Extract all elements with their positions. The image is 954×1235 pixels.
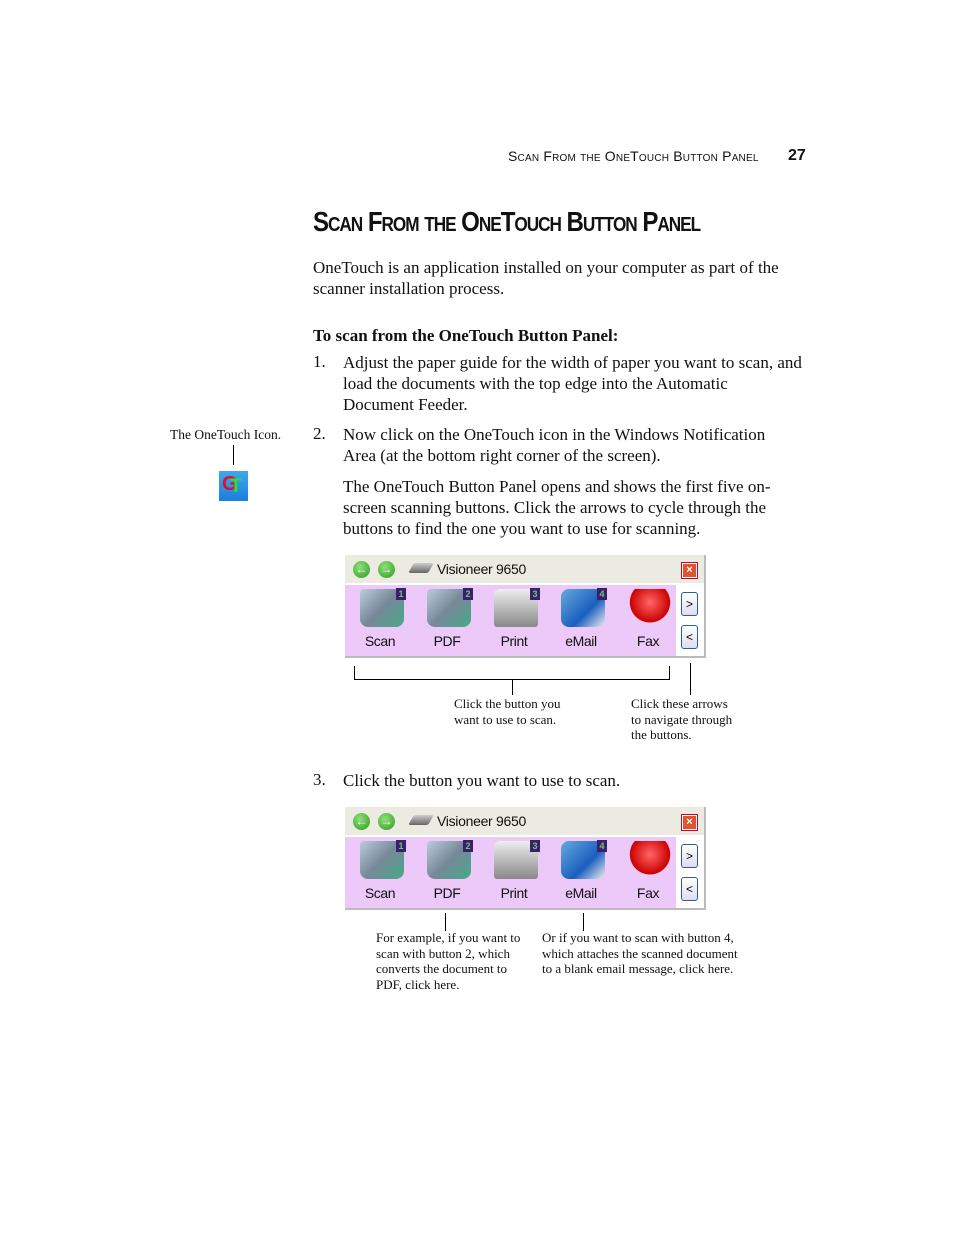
- text-line: Or if you want to scan with button 4,: [542, 930, 734, 945]
- callout-line: [512, 679, 513, 695]
- button-number-badge: 4: [597, 588, 607, 600]
- onetouch-button-email[interactable]: 4 eMail: [549, 585, 613, 656]
- close-icon[interactable]: ×: [681, 562, 698, 579]
- onetouch-button-print[interactable]: 3 Print: [482, 585, 546, 656]
- text-line: OneTouch is an application installed on …: [313, 258, 779, 277]
- question-mark-icon: [628, 841, 672, 879]
- panel-title: Visioneer 9650: [437, 561, 526, 577]
- page-number: 27: [788, 147, 806, 164]
- caption-pdf: For example, if you want to scan with bu…: [376, 930, 520, 992]
- text-line: For example, if you want to: [376, 930, 521, 945]
- onetouch-button-pdf[interactable]: 2 PDF: [415, 585, 479, 656]
- text-line: which attaches the scanned document: [542, 945, 738, 961]
- bracket-line: [354, 666, 355, 679]
- text-line: the buttons.: [631, 727, 692, 742]
- caption-buttons: Click the button you want to use to scan…: [454, 696, 561, 727]
- text-line: buttons to find the one you want to use …: [343, 519, 701, 538]
- button-number-badge: 1: [396, 840, 406, 852]
- text-line: to a blank email message, click here.: [542, 961, 734, 976]
- button-label: PDF: [433, 633, 461, 649]
- text-line: The OneTouch Button Panel opens and show…: [343, 477, 771, 496]
- icon-letter: T: [230, 476, 242, 497]
- text-line: scanner installation process.: [313, 279, 505, 298]
- manual-page: Scan From the OneTouch Button Panel 27 S…: [0, 0, 954, 1235]
- onetouch-button-print[interactable]: 3 Print: [482, 837, 546, 908]
- previous-buttons-arrow[interactable]: <: [681, 625, 698, 649]
- step-2-extra: The OneTouch Button Panel opens and show…: [343, 476, 771, 539]
- running-head: Scan From the OneTouch Button Panel: [508, 148, 759, 164]
- caption-arrows: Click these arrows to navigate through t…: [631, 696, 732, 743]
- bracket-line: [669, 666, 670, 679]
- panel-title-bar: ← → Visioneer 9650 ×: [345, 555, 704, 585]
- text-line: want to use to scan.: [454, 711, 557, 727]
- previous-buttons-arrow[interactable]: <: [681, 877, 698, 901]
- button-label: Scan: [364, 633, 396, 649]
- scanner-icon: [408, 815, 434, 825]
- question-mark-icon: [628, 589, 672, 627]
- back-arrow-icon[interactable]: ←: [353, 561, 370, 578]
- button-area: 1 Scan 2 PDF 3 Print 4 eMail Fax: [345, 837, 676, 908]
- button-number-badge: 2: [463, 840, 473, 852]
- step-1-text: Adjust the paper guide for the width of …: [343, 352, 802, 415]
- button-label: eMail: [565, 885, 597, 901]
- text-line: Document Feeder.: [343, 395, 468, 414]
- step-number: 1.: [313, 352, 326, 371]
- step-2-text: Now click on the OneTouch icon in the Wi…: [343, 424, 765, 466]
- forward-arrow-icon[interactable]: →: [378, 813, 395, 830]
- text-line: load the documents with the top edge int…: [343, 374, 728, 393]
- button-label: Scan: [364, 885, 396, 901]
- onetouch-button-scan[interactable]: 1 Scan: [348, 837, 412, 908]
- button-label: Fax: [636, 885, 660, 901]
- button-number-badge: 2: [463, 588, 473, 600]
- text-line: Click the button you: [454, 696, 561, 711]
- next-buttons-arrow[interactable]: >: [681, 844, 698, 868]
- button-area: 1 Scan 2 PDF 3 Print 4 eMail Fax: [345, 585, 676, 656]
- scanner-icon: [408, 563, 434, 573]
- onetouch-button-scan[interactable]: 1 Scan: [348, 585, 412, 656]
- intro-paragraph: OneTouch is an application installed on …: [313, 257, 779, 299]
- button-number-badge: 3: [530, 588, 540, 600]
- button-number-badge: 4: [597, 840, 607, 852]
- onetouch-button-panel: ← → Visioneer 9650 × 1 Scan 2 PDF 3 Print 4 eMa…: [345, 555, 706, 658]
- text-line: Click these arrows: [631, 696, 728, 711]
- step-number: 2.: [313, 424, 326, 443]
- forward-arrow-icon[interactable]: →: [378, 561, 395, 578]
- button-label: PDF: [433, 885, 461, 901]
- callout-line: [583, 913, 584, 931]
- back-arrow-icon[interactable]: ←: [353, 813, 370, 830]
- text-line: screen scanning buttons. Click the arrow…: [343, 498, 766, 517]
- text-line: PDF, click here.: [376, 976, 460, 992]
- close-icon[interactable]: ×: [681, 814, 698, 831]
- onetouch-icon: G T: [219, 471, 248, 501]
- next-buttons-arrow[interactable]: >: [681, 592, 698, 616]
- step-number: 3.: [313, 770, 326, 789]
- section-title: Scan From the OneTouch Button Panel: [313, 206, 701, 237]
- caption-email: Or if you want to scan with button 4, wh…: [542, 930, 738, 977]
- button-label: Print: [500, 633, 528, 649]
- onetouch-button-email[interactable]: 4 eMail: [549, 837, 613, 908]
- step-3-text: Click the button you want to use to scan…: [343, 771, 621, 790]
- button-number-badge: 3: [530, 840, 540, 852]
- callout-line: [233, 445, 234, 465]
- text-line: Adjust the paper guide for the width of …: [343, 353, 802, 372]
- text-line: converts the document to: [376, 961, 508, 976]
- button-label: eMail: [565, 633, 597, 649]
- text-line: Now click on the OneTouch icon in the Wi…: [343, 425, 766, 444]
- panel-title: Visioneer 9650: [437, 813, 526, 829]
- onetouch-button-fax[interactable]: Fax: [616, 585, 680, 656]
- onetouch-button-panel: ← → Visioneer 9650 × 1 Scan 2 PDF 3 Print 4 eMa…: [345, 807, 706, 910]
- text-line: scan with button 2, which: [376, 945, 510, 961]
- button-label: Fax: [636, 633, 660, 649]
- panel-title-bar: ← → Visioneer 9650 ×: [345, 807, 704, 837]
- callout-line: [445, 913, 446, 931]
- text-line: Area (at the bottom right corner of the …: [343, 446, 661, 465]
- text-line: to navigate through: [631, 711, 733, 727]
- margin-note: The OneTouch Icon.: [170, 427, 282, 442]
- callout-line: [690, 663, 691, 695]
- button-number-badge: 1: [396, 588, 406, 600]
- procedure-heading: To scan from the OneTouch Button Panel:: [313, 326, 619, 345]
- onetouch-button-fax[interactable]: Fax: [616, 837, 680, 908]
- button-label: Print: [500, 885, 528, 901]
- onetouch-button-pdf[interactable]: 2 PDF: [415, 837, 479, 908]
